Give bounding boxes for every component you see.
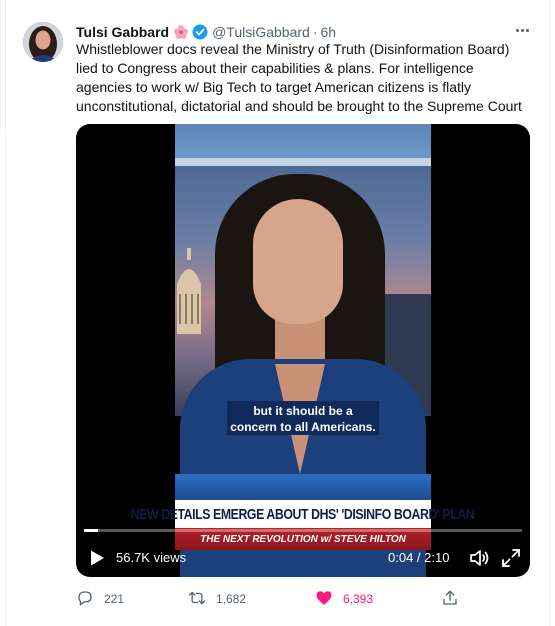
- tweet-border-right: [549, 0, 550, 626]
- flower-emoji-icon: [173, 24, 189, 40]
- reply-button[interactable]: 221: [76, 588, 124, 610]
- retweet-icon: [188, 589, 206, 610]
- volume-icon[interactable]: [468, 547, 490, 569]
- video-timer: 0:04 / 2:10: [388, 550, 450, 565]
- chyron-text: NEW DETAILS EMERGE ABOUT DHS' 'DISINFO B…: [131, 505, 475, 523]
- retweet-button[interactable]: 1,682: [188, 588, 246, 610]
- fullscreen-icon[interactable]: [500, 547, 522, 569]
- video-controls: 56.7K views 0:04 / 2:10: [76, 544, 530, 572]
- caption-line-2: concern to all Americans.: [230, 420, 376, 434]
- author-handle[interactable]: @TulsiGabbard: [212, 24, 310, 40]
- reply-count: 221: [104, 592, 125, 606]
- like-button[interactable]: 6,393: [315, 588, 373, 610]
- author-name[interactable]: Tulsi Gabbard: [76, 24, 169, 40]
- show-name: THE NEXT REVOLUTION w/ STEVE HILTON: [200, 533, 406, 545]
- chyron-band: [175, 474, 431, 502]
- reply-icon: [76, 589, 94, 610]
- share-button[interactable]: [441, 588, 459, 610]
- tweet-border-left: [5, 0, 6, 626]
- like-count: 6,393: [343, 592, 374, 606]
- video-progress-fill: [84, 529, 98, 532]
- view-count: 56.7K views: [116, 550, 187, 565]
- verified-badge-icon: [192, 24, 208, 40]
- like-heart-icon: [315, 589, 333, 610]
- tweet-header: Tulsi Gabbard @TulsiGabbard · 6h: [76, 22, 336, 42]
- caption-line-1: but it should be a: [253, 404, 353, 418]
- retweet-count: 1,682: [216, 592, 247, 606]
- tweet-timestamp[interactable]: 6h: [321, 24, 337, 40]
- news-chyron: NEW DETAILS EMERGE ABOUT DHS' 'DISINFO B…: [131, 500, 475, 528]
- video-player[interactable]: but it should be a concern to all Americ…: [76, 124, 530, 577]
- separator-dot: ·: [312, 24, 318, 40]
- tweet-text: Whistleblower docs reveal the Ministry o…: [76, 41, 522, 114]
- more-options-icon[interactable]: [512, 20, 532, 40]
- tweet-actions: 221 1,682 6,393: [76, 588, 526, 610]
- avatar[interactable]: [23, 22, 63, 62]
- share-icon: [441, 589, 459, 610]
- video-progress-bar[interactable]: [84, 529, 522, 532]
- play-icon[interactable]: [88, 549, 106, 567]
- frame-divider: [0, 0, 1, 130]
- video-caption: but it should be a concern to all Americ…: [227, 401, 379, 435]
- capitol-dome-image: [177, 248, 201, 334]
